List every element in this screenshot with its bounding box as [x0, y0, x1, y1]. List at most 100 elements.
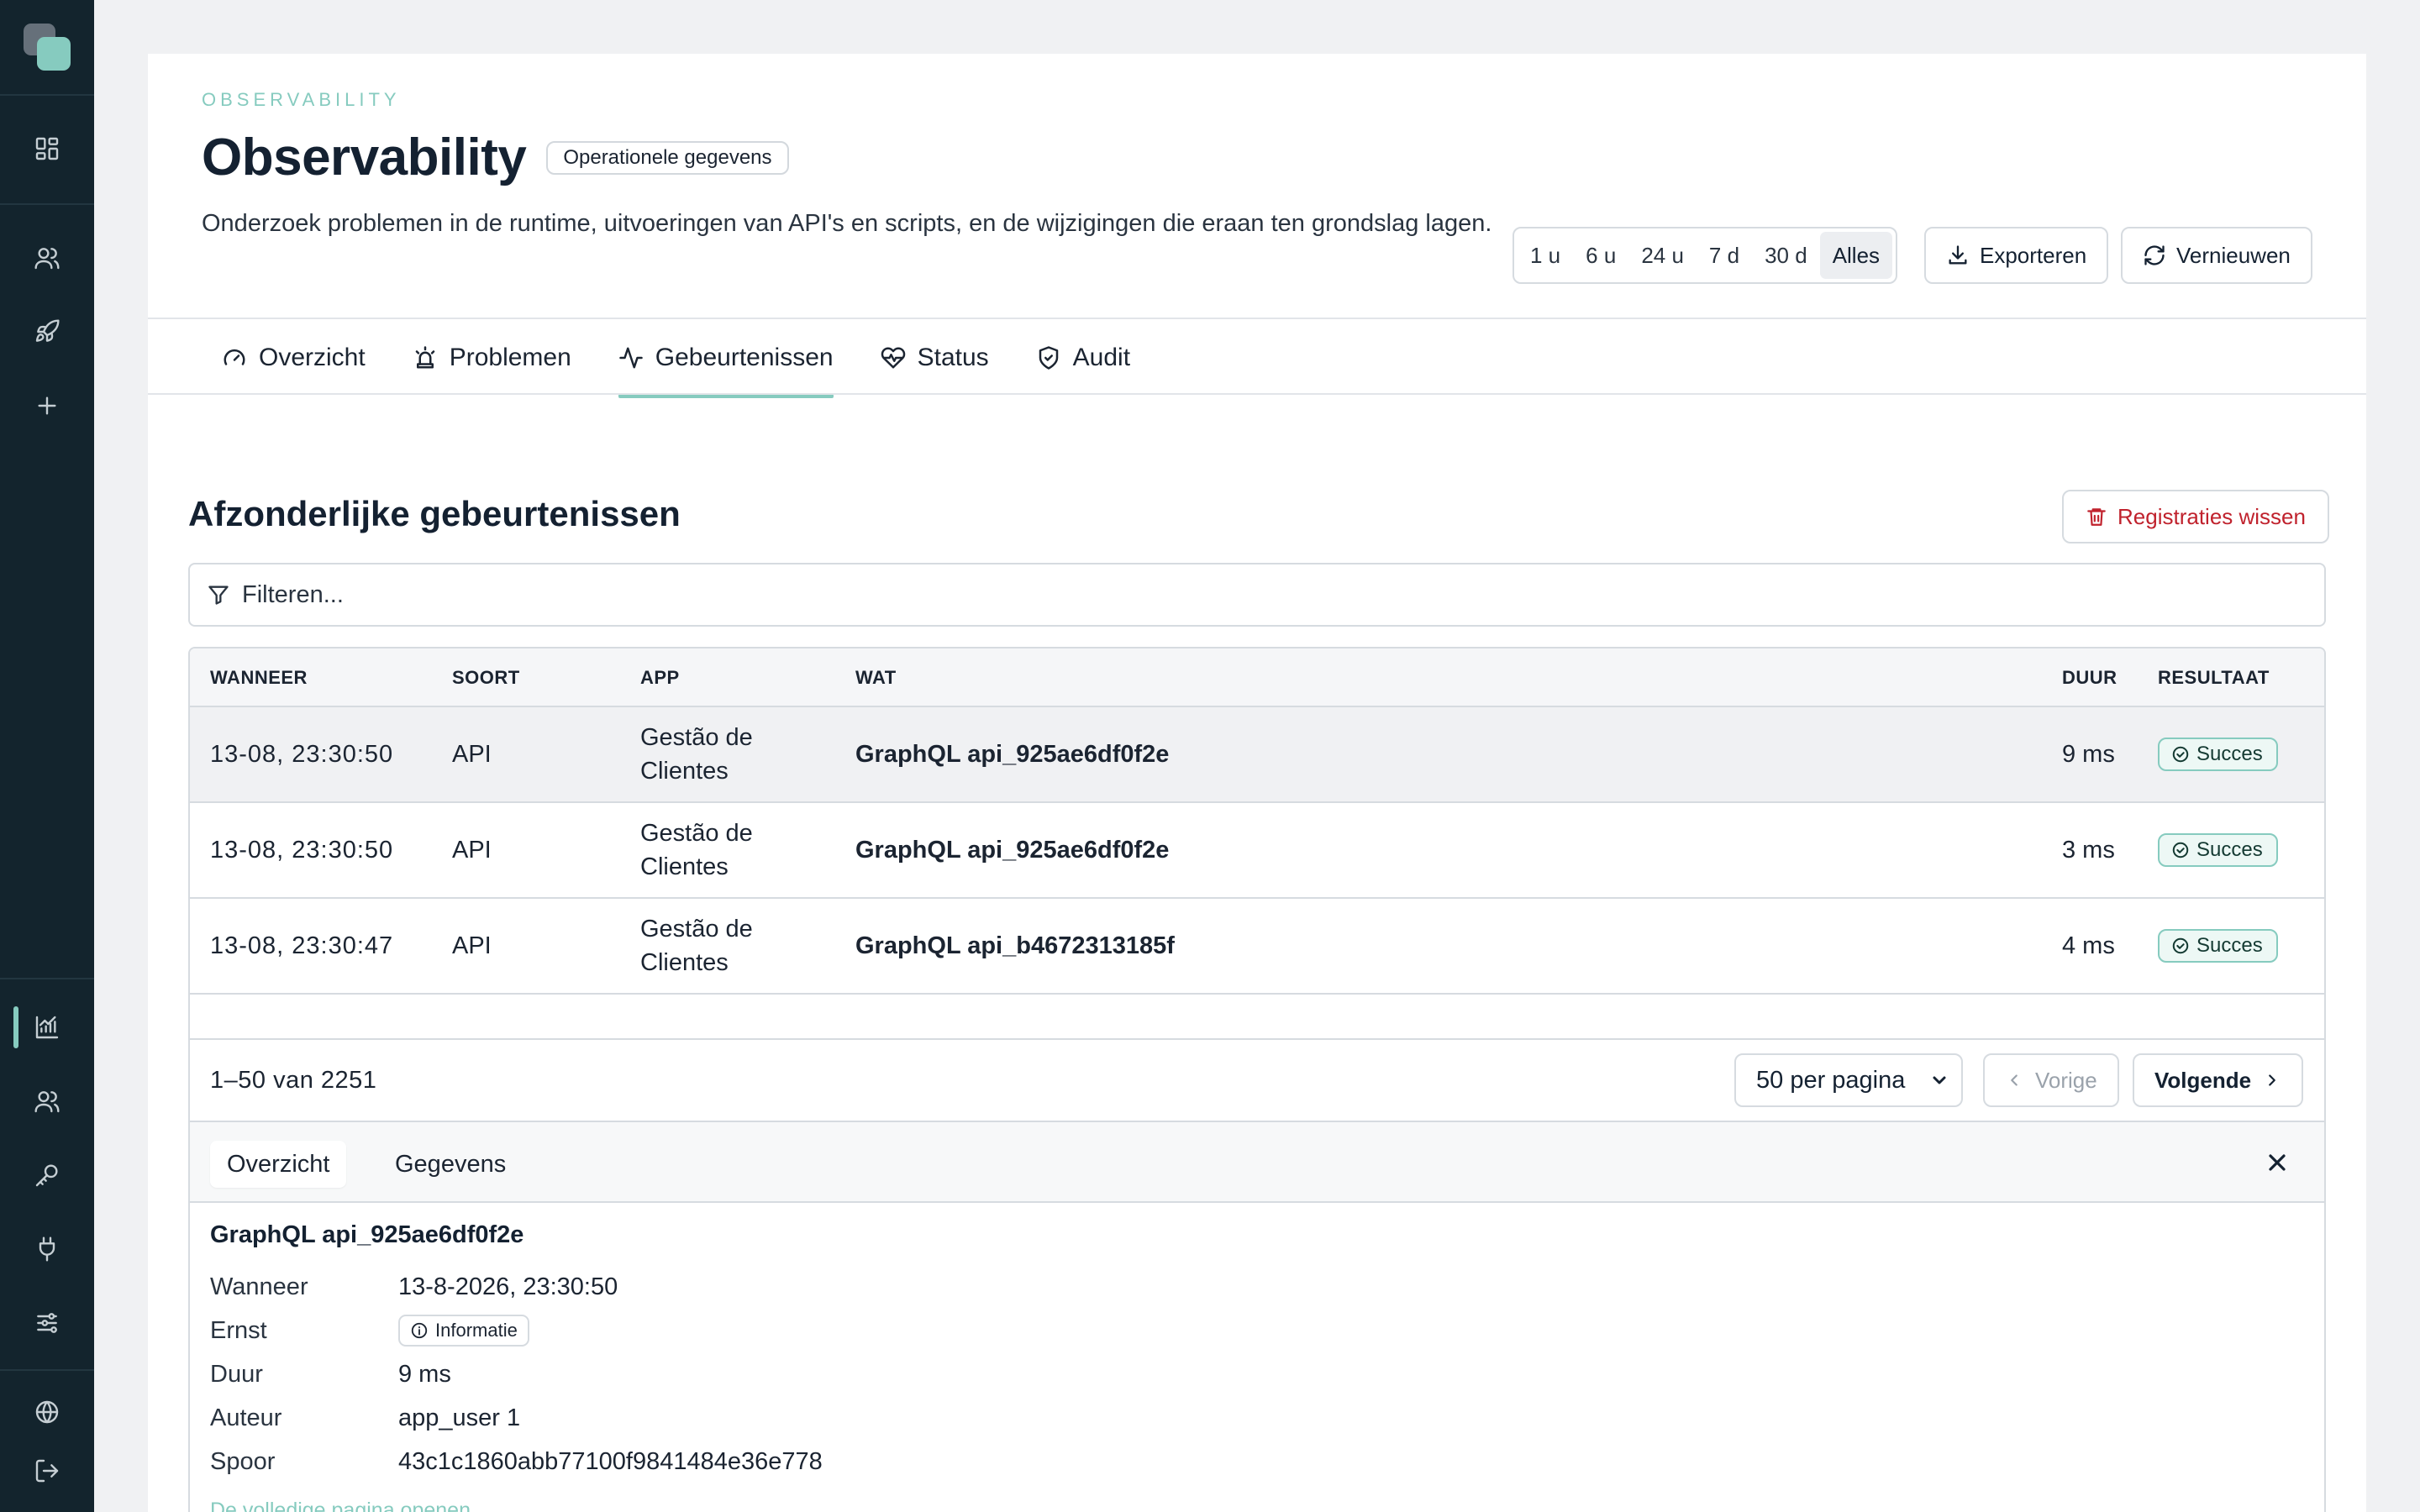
row-app: Gestão de Clientes: [640, 724, 753, 785]
range-1h[interactable]: 1 u: [1518, 232, 1573, 279]
rocket-icon[interactable]: [0, 302, 94, 361]
result-label: Succes: [2196, 934, 2263, 957]
range-30d[interactable]: 30 d: [1752, 232, 1820, 279]
check-circle-icon: [2172, 842, 2189, 858]
clear-logs-button[interactable]: Registraties wissen: [2062, 490, 2329, 543]
close-icon: [2269, 1154, 2286, 1171]
open-full-page-link[interactable]: De volledige pagina openen: [210, 1499, 471, 1512]
field-value: 13-8-2026, 23:30:50: [398, 1273, 618, 1300]
events-table: WANNEER SOORT APP WAT DUUR RESULTAAT 13-…: [188, 647, 2326, 1512]
close-detail-button[interactable]: [2264, 1149, 2291, 1176]
per-page-value: 50 per pagina: [1756, 1066, 1906, 1094]
result-label: Succes: [2196, 838, 2263, 861]
range-all[interactable]: Alles: [1819, 232, 1893, 279]
tab-label: Overzicht: [259, 344, 366, 371]
app-logo[interactable]: [24, 24, 71, 71]
row-duration: 9 ms: [2062, 740, 2115, 768]
key-icon[interactable]: [0, 1146, 94, 1205]
success-badge: Succes: [2158, 738, 2278, 771]
dashboard-icon[interactable]: [0, 119, 94, 178]
info-icon: [411, 1322, 428, 1339]
col-kind[interactable]: SOORT: [452, 648, 520, 707]
sliders-icon[interactable]: [0, 1294, 94, 1352]
chevron-right-icon: [2269, 1074, 2275, 1086]
field-value: Informatie: [435, 1320, 518, 1341]
table-row[interactable]: 13-08, 23:30:50 API Gestão de Clientes G…: [190, 707, 2324, 803]
sidebar-divider: [0, 978, 94, 979]
row-duration: 3 ms: [2062, 836, 2115, 864]
field-label: Ernst: [210, 1316, 267, 1344]
tab-overview[interactable]: Overzicht: [222, 319, 366, 396]
row-app: Gestão de Clientes: [640, 916, 753, 976]
row-when: 13-08, 23:30:50: [210, 740, 394, 768]
range-24h[interactable]: 24 u: [1628, 232, 1697, 279]
filter-input[interactable]: [242, 580, 2259, 609]
table-row[interactable]: 13-08, 23:30:50 API Gestão de Clientes G…: [190, 803, 2324, 899]
row-kind: API: [452, 836, 492, 864]
row-when: 13-08, 23:30:50: [210, 836, 394, 864]
tab-label: Audit: [1072, 344, 1131, 371]
field-label: Spoor: [210, 1447, 276, 1475]
tabs-divider: [148, 393, 2366, 395]
logout-icon[interactable]: [0, 1441, 94, 1500]
col-app[interactable]: APP: [640, 648, 680, 707]
detail-field-when: Wanneer 13-8-2026, 23:30:50: [210, 1265, 618, 1309]
clear-logs-label: Registraties wissen: [2118, 503, 2306, 529]
detail-tab-overview[interactable]: Overzicht: [210, 1141, 347, 1188]
page-description: Onderzoek problemen in de runtime, uitvo…: [202, 210, 1492, 237]
range-6h[interactable]: 6 u: [1573, 232, 1628, 279]
export-button[interactable]: Exporteren: [1924, 227, 2109, 284]
heart-pulse-icon: [881, 347, 905, 369]
prev-label: Vorige: [2035, 1067, 2097, 1093]
row-when: 13-08, 23:30:47: [210, 932, 394, 959]
row-kind: API: [452, 932, 492, 959]
per-page-select[interactable]: 50 per pagina: [1734, 1053, 1963, 1107]
detail-title: GraphQL api_925ae6df0f2e: [210, 1221, 524, 1248]
users-icon[interactable]: [0, 228, 94, 287]
range-7d[interactable]: 7 d: [1697, 232, 1752, 279]
detail-tab-data[interactable]: Gegevens: [378, 1141, 523, 1188]
col-what[interactable]: WAT: [855, 648, 897, 707]
tab-events[interactable]: Gebeurtenissen: [618, 319, 834, 398]
tab-label: Gebeurtenissen: [655, 344, 834, 371]
sidebar-divider: [0, 203, 94, 205]
analytics-icon[interactable]: [0, 998, 94, 1057]
sidebar: [0, 0, 94, 1512]
detail-field-author: Auteur app_user 1: [210, 1396, 520, 1440]
refresh-button[interactable]: Vernieuwen: [2121, 227, 2312, 284]
main-panel: OBSERVABILITY Observability Operationele…: [148, 54, 2366, 1512]
col-when[interactable]: WANNEER: [210, 648, 308, 707]
detail-field-trace: Spoor 43c1c1860abb77100f9841484e36e778: [210, 1440, 823, 1483]
globe-icon[interactable]: [0, 1383, 94, 1441]
plug-icon[interactable]: [0, 1220, 94, 1278]
next-page-button[interactable]: Volgende: [2133, 1053, 2304, 1107]
field-label: Auteur: [210, 1404, 282, 1431]
download-icon: [1949, 245, 1967, 265]
chevron-down-icon: [1933, 1076, 1946, 1084]
page-title: Observability: [202, 129, 527, 186]
prev-page-button[interactable]: Vorige: [1983, 1053, 2119, 1107]
row-result: Succes: [2158, 803, 2278, 897]
refresh-label: Vernieuwen: [2176, 242, 2291, 268]
detail-panel-header: Overzicht Gegevens: [190, 1122, 2324, 1203]
table-row[interactable]: 13-08, 23:30:47 API Gestão de Clientes G…: [190, 899, 2324, 995]
time-range-selector: 1 u 6 u 24 u 7 d 30 d Alles: [1512, 227, 1898, 284]
tab-audit[interactable]: Audit: [1036, 319, 1130, 396]
chevron-left-icon: [2011, 1074, 2018, 1086]
filter-field[interactable]: [188, 563, 2326, 627]
row-app: Gestão de Clientes: [640, 820, 753, 880]
plus-icon[interactable]: [0, 376, 94, 435]
col-duration[interactable]: DUUR: [2062, 648, 2118, 707]
tab-status[interactable]: Status: [881, 319, 989, 396]
tab-problems[interactable]: Problemen: [413, 319, 571, 396]
refresh-icon: [2144, 245, 2165, 265]
trash-icon: [2087, 508, 2106, 526]
field-label: Duur: [210, 1360, 263, 1388]
col-result[interactable]: RESULTAAT: [2158, 648, 2270, 707]
sidebar-divider: [0, 1369, 94, 1371]
page-eyebrow: OBSERVABILITY: [202, 89, 401, 110]
field-label: Wanneer: [210, 1273, 308, 1300]
row-kind: API: [452, 740, 492, 768]
team-icon[interactable]: [0, 1072, 94, 1131]
detail-field-duration: Duur 9 ms: [210, 1352, 451, 1396]
